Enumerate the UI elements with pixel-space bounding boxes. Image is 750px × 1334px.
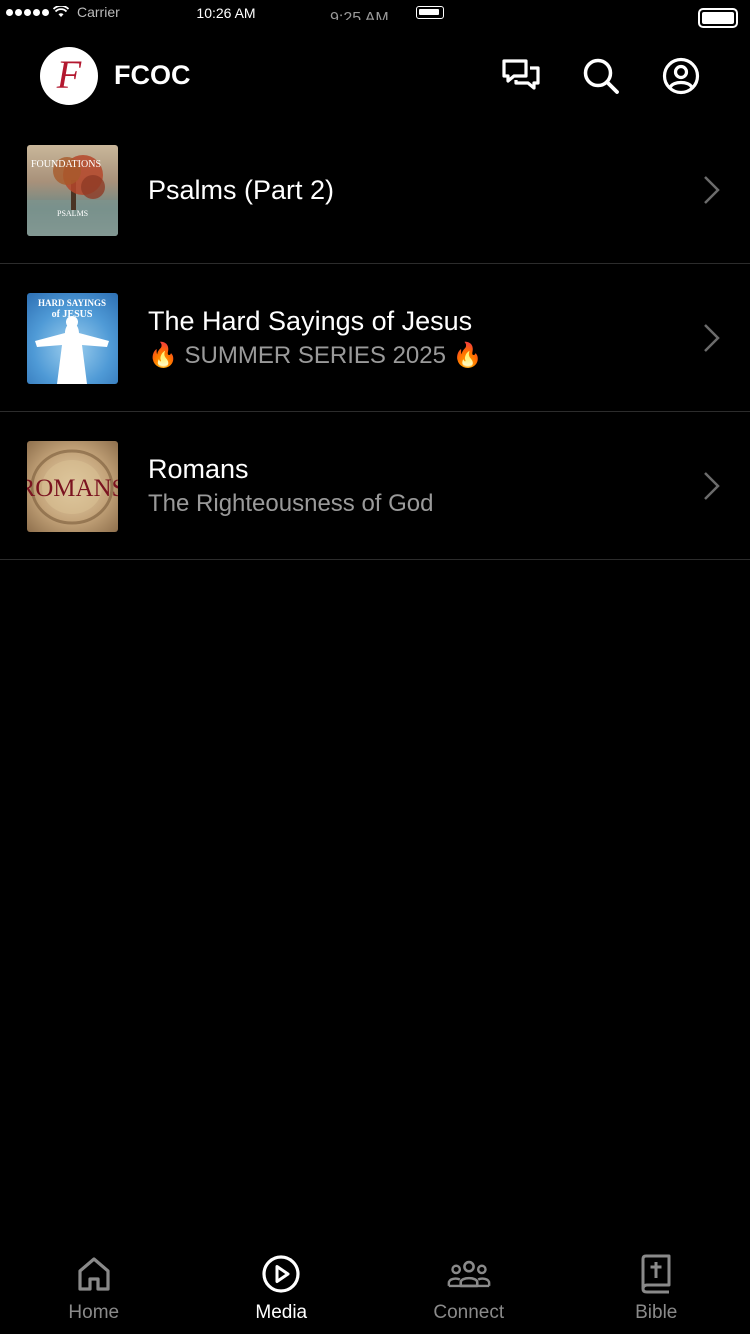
list-item[interactable]: HARD SAYINGS of JESUS The Hard Sayings o… bbox=[0, 264, 750, 412]
search-icon[interactable] bbox=[581, 56, 621, 96]
bible-icon bbox=[634, 1254, 678, 1294]
tab-media[interactable]: Media bbox=[188, 1234, 376, 1334]
chevron-right-icon bbox=[704, 176, 720, 204]
series-text: The Hard Sayings of Jesus 🔥 SUMMER SERIE… bbox=[148, 264, 680, 412]
battery-icon-large bbox=[698, 8, 738, 28]
app-logo[interactable]: F bbox=[40, 47, 98, 105]
series-thumbnail: HARD SAYINGS of JESUS bbox=[27, 293, 118, 384]
logo-letter: F bbox=[56, 52, 82, 97]
tab-label: Connect bbox=[433, 1302, 505, 1323]
bottom-tab-bar: Home Media Connect Bible bbox=[0, 1234, 750, 1334]
chat-icon[interactable] bbox=[501, 56, 541, 96]
thumb-text: of JESUS bbox=[52, 309, 93, 320]
list-item[interactable]: ROMANS Romans The Righteousness of God bbox=[0, 412, 750, 560]
tab-label: Media bbox=[255, 1302, 308, 1323]
app-screen: Carrier 10:26 AM 9:25 AM F FCOC FOUNDATI… bbox=[0, 0, 750, 1334]
app-title: FCOC bbox=[114, 60, 191, 90]
media-series-list: FOUNDATIONS PSALMS Psalms (Part 2) HARD … bbox=[0, 116, 750, 560]
thumb-text: HARD SAYINGS bbox=[38, 298, 106, 308]
tab-home[interactable]: Home bbox=[0, 1234, 188, 1334]
series-subtitle: The Righteousness of God bbox=[148, 490, 434, 517]
home-icon bbox=[72, 1254, 116, 1294]
list-item[interactable]: FOUNDATIONS PSALMS Psalms (Part 2) bbox=[0, 116, 750, 264]
series-text: Romans The Righteousness of God bbox=[148, 412, 680, 560]
status-time-overlay: 9:25 AM bbox=[330, 10, 389, 27]
tab-label: Bible bbox=[635, 1302, 678, 1323]
tab-label: Home bbox=[68, 1302, 120, 1323]
app-header: F FCOC bbox=[0, 40, 750, 112]
play-circle-icon bbox=[259, 1254, 303, 1294]
status-bar: Carrier 10:26 AM 9:25 AM bbox=[0, 0, 750, 28]
series-thumbnail: ROMANS bbox=[27, 441, 118, 532]
battery-icon bbox=[416, 6, 444, 19]
series-text: Psalms (Part 2) bbox=[148, 116, 680, 264]
series-title: The Hard Sayings of Jesus bbox=[148, 306, 473, 336]
chevron-right-icon bbox=[704, 324, 720, 352]
thumb-text: FOUNDATIONS bbox=[31, 159, 101, 170]
thumb-text: PSALMS bbox=[57, 209, 88, 218]
account-icon[interactable] bbox=[661, 56, 701, 96]
people-icon bbox=[447, 1254, 491, 1294]
tab-connect[interactable]: Connect bbox=[375, 1234, 563, 1334]
series-title: Romans bbox=[148, 454, 249, 484]
series-title: Psalms (Part 2) bbox=[148, 175, 335, 205]
thumb-text: ROMANS bbox=[27, 475, 118, 502]
series-subtitle: 🔥 SUMMER SERIES 2025 🔥 bbox=[148, 342, 483, 369]
chevron-right-icon bbox=[704, 472, 720, 500]
series-thumbnail: FOUNDATIONS PSALMS bbox=[27, 145, 118, 236]
tab-bible[interactable]: Bible bbox=[563, 1234, 750, 1334]
